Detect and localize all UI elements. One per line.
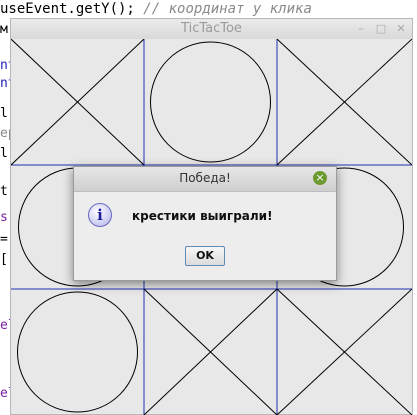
dialog-message: крестики выиграли! [132,209,273,223]
board-cell [11,289,144,415]
ok-button[interactable]: OK [185,246,225,266]
maximize-button[interactable]: □ [374,22,388,36]
window-title: TicTacToe [181,21,242,36]
dialog-titlebar[interactable]: Победа! × [74,167,336,192]
window-titlebar[interactable]: TicTacToe – □ ✕ [11,19,412,39]
code-fragment: = [0,232,8,247]
close-button[interactable]: ✕ [394,22,408,36]
board-cell [144,39,277,165]
code-fragment: s [0,210,8,225]
code-comment: // координат у клика [143,1,312,17]
code-text: useEvent.getY(); [0,1,144,17]
victory-dialog[interactable]: Победа! × i крестики выиграли! OK [73,166,337,281]
dialog-title: Победа! [179,171,231,185]
code-line: useEvent.getY(); // координат у клика [0,0,417,18]
minimize-button[interactable]: – [354,22,368,36]
code-fragment: м [0,22,8,37]
info-icon: i [88,203,112,227]
close-icon[interactable]: × [313,171,327,185]
